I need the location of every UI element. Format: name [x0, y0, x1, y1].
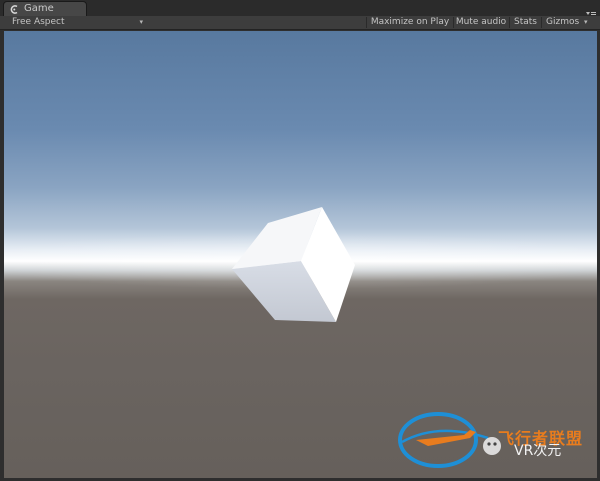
- toolbar-divider: [509, 17, 510, 28]
- game-toolbar: Free Aspect ▾ Maximize on Play Mute audi…: [0, 16, 600, 30]
- panel-menu-icon[interactable]: [585, 4, 597, 17]
- toolbar-divider: [541, 17, 542, 28]
- white-cube: [232, 207, 355, 322]
- gizmos-chevron-down-icon[interactable]: ▾: [584, 16, 588, 29]
- chevron-down-icon: ▾: [139, 18, 143, 26]
- aspect-dropdown[interactable]: Free Aspect ▾: [6, 16, 147, 29]
- mute-audio-button[interactable]: Mute audio: [454, 16, 508, 29]
- watermark-channel-text: VR次元: [514, 443, 562, 459]
- tab-game-label: Game: [24, 3, 54, 14]
- aspect-dropdown-label: Free Aspect: [12, 17, 65, 27]
- watermark: 飞行者联盟 VR次元: [398, 402, 596, 478]
- tab-game[interactable]: Game: [3, 1, 87, 16]
- stats-button[interactable]: Stats: [511, 16, 540, 29]
- unity-game-icon: [10, 4, 19, 14]
- gizmos-button[interactable]: Gizmos: [543, 16, 583, 29]
- toolbar-divider: [366, 17, 367, 28]
- maximize-on-play-button[interactable]: Maximize on Play: [368, 16, 452, 29]
- tab-strip: Game: [0, 0, 600, 17]
